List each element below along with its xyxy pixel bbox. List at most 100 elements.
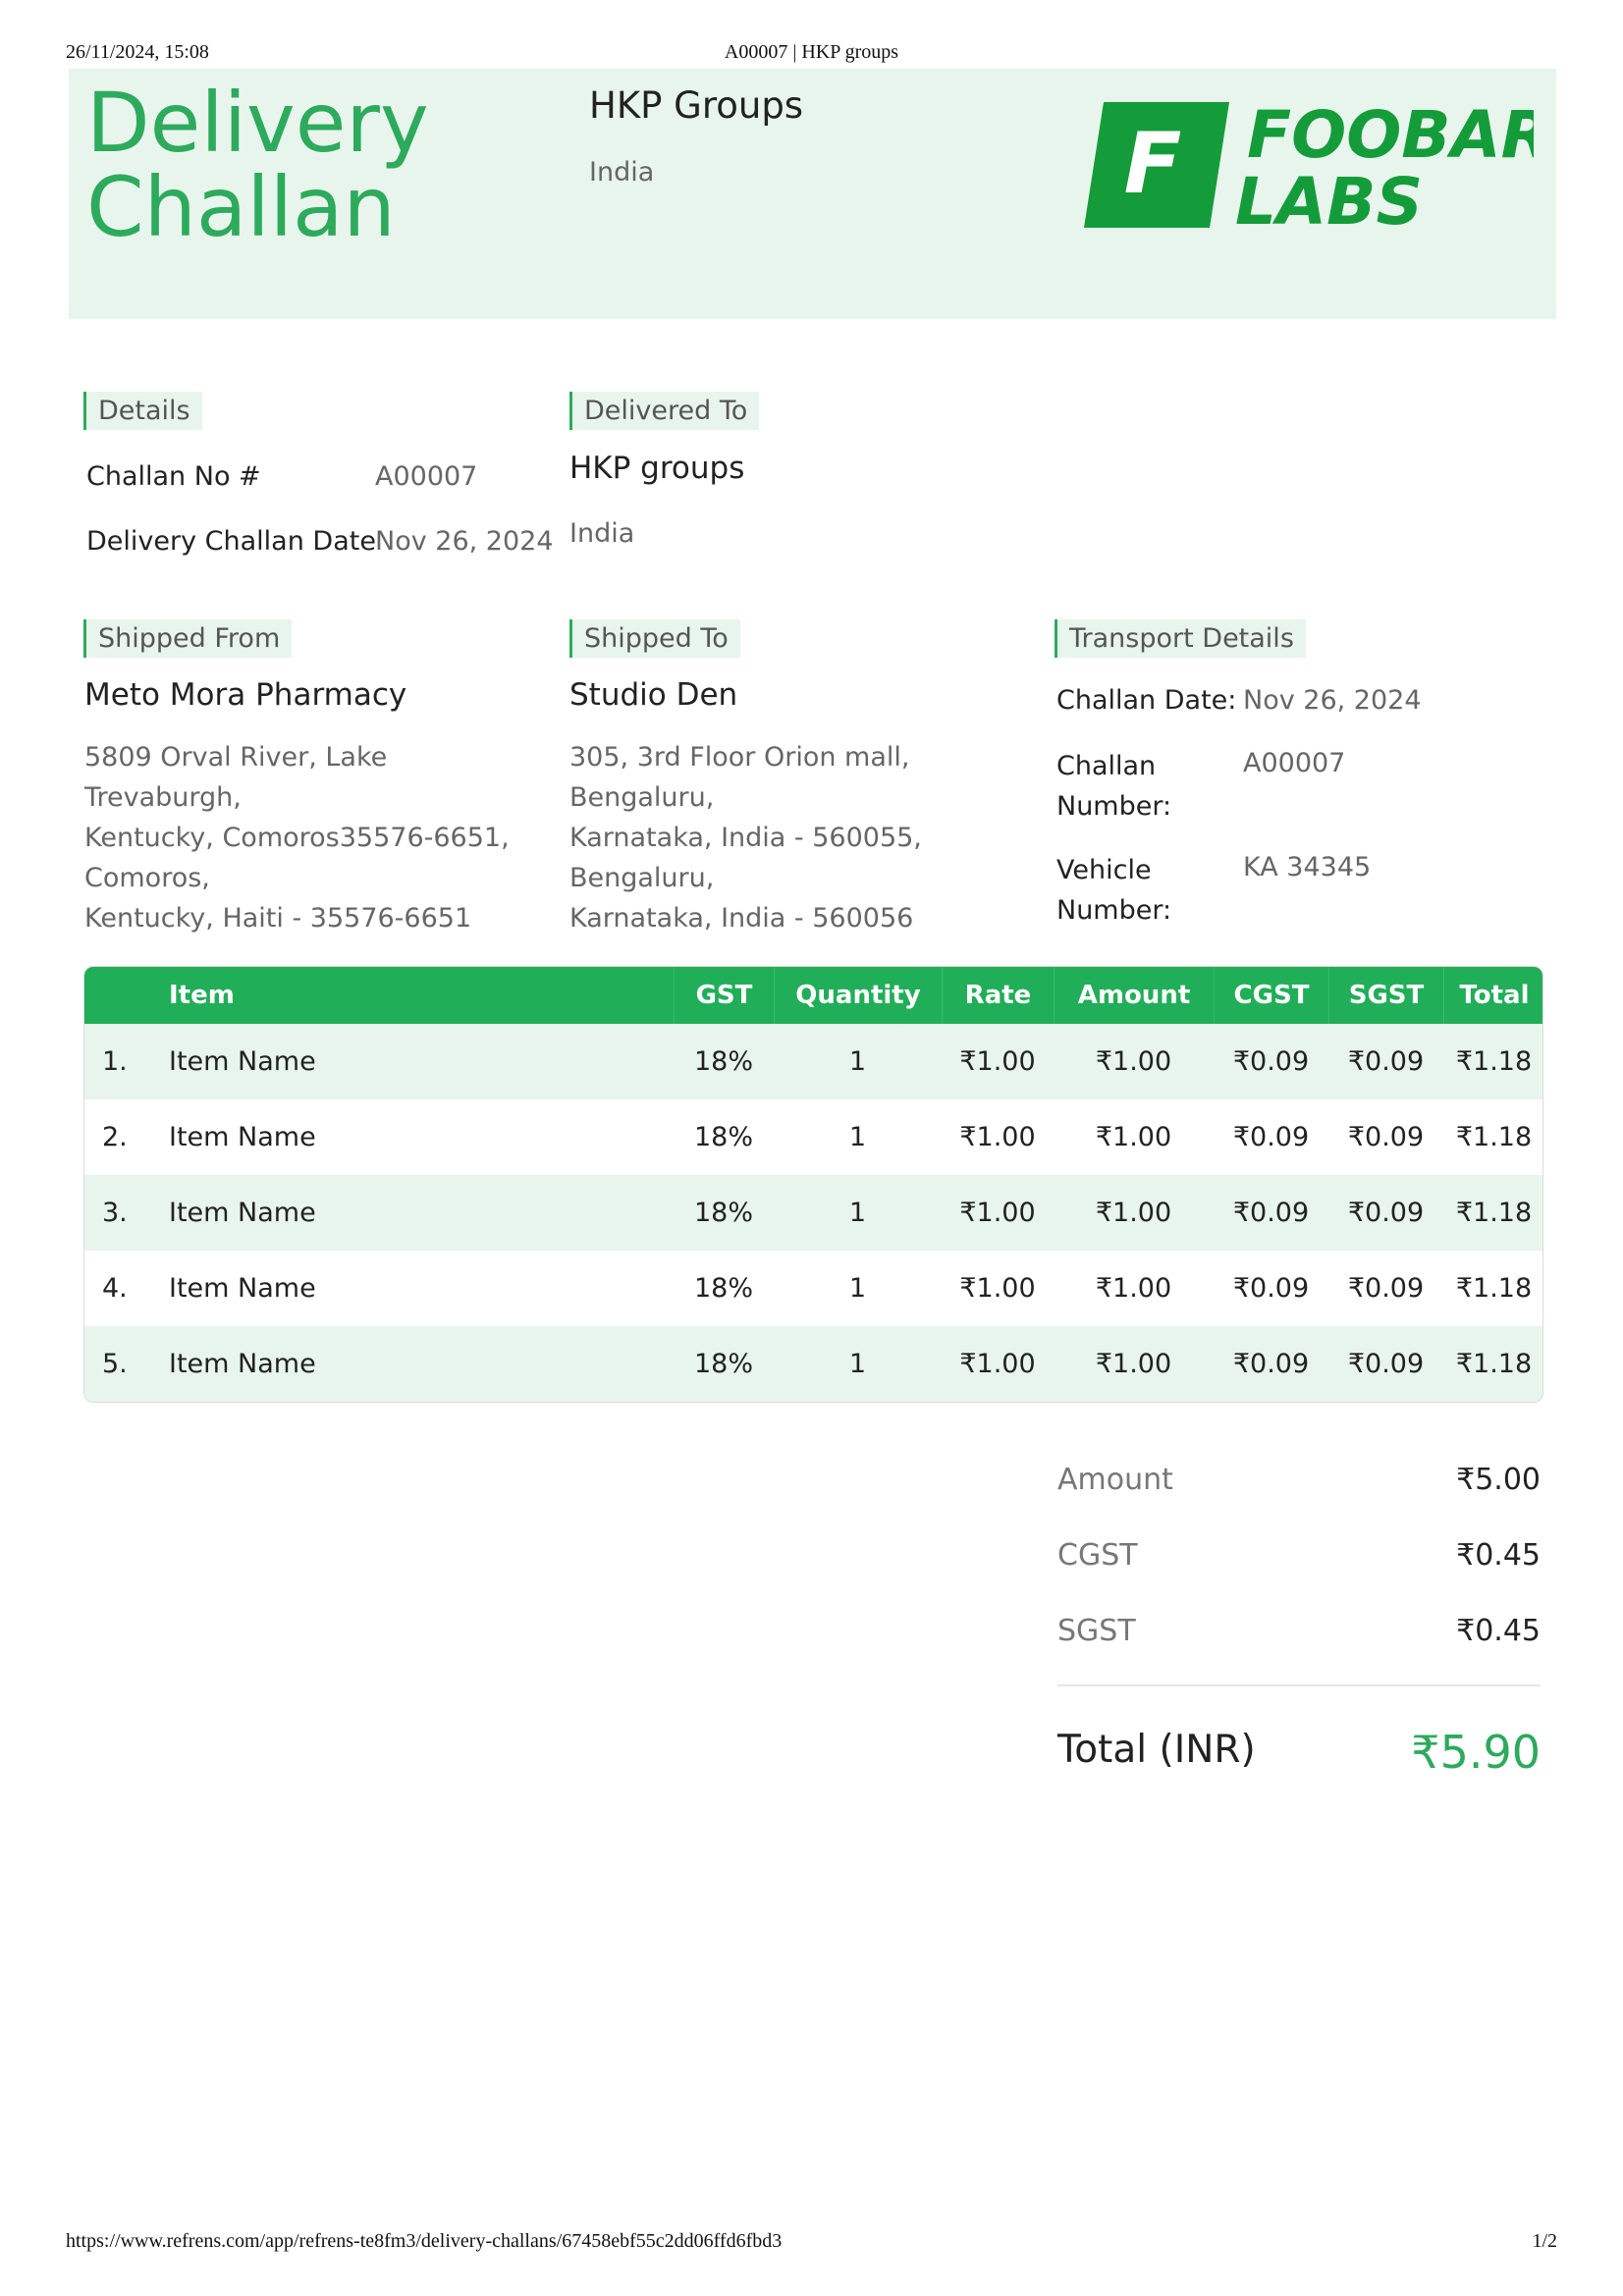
logo-text-line2: LABS [1235, 164, 1423, 234]
row-cgst: ₹0.09 [1232, 1198, 1310, 1228]
logo-text-line1: FOOBAR [1247, 97, 1534, 173]
row-rate: ₹1.00 [959, 1198, 1036, 1228]
issuer-country: India [589, 157, 655, 187]
transport-details-tag: Transport Details [1055, 619, 1306, 658]
table-row: 2. Item Name 18% 1 ₹1.00 ₹1.00 ₹0.09 ₹0.… [84, 1099, 1542, 1175]
row-sgst: ₹0.09 [1347, 1046, 1425, 1077]
column-header-sgst: SGST [1328, 967, 1443, 1024]
row-amount: ₹1.00 [1095, 1349, 1172, 1379]
row-gst: 18% [693, 1273, 753, 1304]
row-quantity: 1 [848, 1349, 867, 1379]
row-total: ₹1.18 [1455, 1046, 1533, 1077]
row-cgst: ₹0.09 [1232, 1046, 1310, 1077]
row-index: 2. [102, 1122, 128, 1152]
row-gst: 18% [693, 1198, 753, 1228]
row-quantity: 1 [848, 1122, 867, 1152]
challan-date-label: Delivery Challan Date [86, 526, 376, 557]
row-rate: ₹1.00 [959, 1273, 1036, 1304]
row-amount: ₹1.00 [1095, 1198, 1172, 1228]
row-rate: ₹1.00 [959, 1122, 1036, 1152]
row-item: Item Name [169, 1046, 316, 1077]
row-item: Item Name [169, 1122, 316, 1152]
issuer-name: HKP Groups [589, 84, 804, 127]
transport-challan-date-label: Challan Date: [1056, 685, 1237, 716]
address-line: 5809 Orval River, Lake Trevaburgh, [84, 742, 388, 813]
transport-challan-number-label: Challan Number: [1056, 746, 1171, 827]
challan-no-label: Challan No # [86, 461, 261, 492]
shipped-to-tag: Shipped To [569, 619, 740, 658]
column-header-total: Total [1443, 967, 1542, 1024]
row-gst: 18% [693, 1046, 753, 1077]
column-header-gst: GST [674, 967, 774, 1024]
row-rate: ₹1.00 [959, 1349, 1036, 1379]
delivered-to-name: HKP groups [569, 451, 745, 486]
delivered-to-tag: Delivered To [569, 392, 760, 430]
shipped-from-address: 5809 Orval River, Lake Trevaburgh, Kentu… [84, 737, 546, 938]
row-total: ₹1.18 [1455, 1273, 1533, 1304]
row-item: Item Name [169, 1349, 316, 1379]
challan-no-value: A00007 [375, 461, 478, 492]
summary-amount-label: Amount [1057, 1463, 1173, 1497]
label-line: Number: [1056, 895, 1172, 926]
address-line: Karnataka, India - 560056 [569, 903, 914, 934]
row-amount: ₹1.00 [1095, 1046, 1172, 1077]
address-line: 305, 3rd Floor Orion mall, Bengaluru, [569, 742, 910, 813]
summary-sgst-label: SGST [1057, 1614, 1136, 1648]
summary-sgst-value: ₹0.45 [1456, 1614, 1541, 1648]
document-title: Delivery Challan [86, 80, 518, 249]
shipped-from-name: Meto Mora Pharmacy [84, 677, 407, 713]
row-index: 4. [102, 1273, 128, 1304]
document-header: Delivery Challan HKP Groups India F FOOB… [69, 69, 1556, 319]
row-quantity: 1 [848, 1273, 867, 1304]
table-row: 1. Item Name 18% 1 ₹1.00 ₹1.00 ₹0.09 ₹0.… [84, 1024, 1542, 1099]
label-line: Number: [1056, 791, 1172, 822]
label-line: Challan [1056, 751, 1157, 781]
row-amount: ₹1.00 [1095, 1273, 1172, 1304]
summary-cgst-value: ₹0.45 [1456, 1538, 1541, 1573]
row-cgst: ₹0.09 [1232, 1122, 1310, 1152]
transport-challan-date-value: Nov 26, 2024 [1243, 685, 1422, 716]
table-row: 3. Item Name 18% 1 ₹1.00 ₹1.00 ₹0.09 ₹0.… [84, 1175, 1542, 1251]
print-page-number: 1/2 [1532, 2230, 1557, 2252]
column-header-rate: Rate [942, 967, 1054, 1024]
summary-cgst-label: CGST [1057, 1538, 1138, 1573]
address-line: Comoros, [84, 863, 210, 893]
address-line: Kentucky, Comoros35576-6651, [84, 823, 510, 853]
row-gst: 18% [693, 1349, 753, 1379]
row-cgst: ₹0.09 [1232, 1349, 1310, 1379]
print-title: A00007 | HKP groups [724, 41, 899, 63]
grand-total-label: Total (INR) [1057, 1728, 1256, 1772]
row-quantity: 1 [848, 1046, 867, 1077]
print-url: https://www.refrens.com/app/refrens-te8f… [66, 2230, 783, 2252]
challan-date-value: Nov 26, 2024 [375, 526, 554, 557]
row-rate: ₹1.00 [959, 1046, 1036, 1077]
delivered-to-country: India [569, 518, 635, 549]
row-sgst: ₹0.09 [1347, 1349, 1425, 1379]
company-logo: F FOOBAR LABS [1084, 97, 1534, 234]
row-cgst: ₹0.09 [1232, 1273, 1310, 1304]
row-item: Item Name [169, 1198, 316, 1228]
summary-amount-value: ₹5.00 [1456, 1463, 1541, 1497]
row-sgst: ₹0.09 [1347, 1198, 1425, 1228]
address-line: Karnataka, India - 560055, [569, 823, 922, 853]
row-amount: ₹1.00 [1095, 1122, 1172, 1152]
row-gst: 18% [693, 1122, 753, 1152]
row-sgst: ₹0.09 [1347, 1122, 1425, 1152]
details-tag: Details [83, 392, 202, 430]
summary-divider [1057, 1684, 1541, 1686]
row-item: Item Name [169, 1273, 316, 1304]
document-title-line1: Delivery [86, 75, 429, 171]
document-title-line2: Challan [86, 159, 396, 255]
column-header-item: Item [169, 981, 235, 1010]
shipped-to-address: 305, 3rd Floor Orion mall, Bengaluru, Ka… [569, 737, 1031, 938]
grand-total-value: ₹5.90 [1411, 1726, 1541, 1779]
table-header: Item GST Quantity Rate Amount CGST SGST … [84, 967, 1542, 1024]
table-row: 4. Item Name 18% 1 ₹1.00 ₹1.00 ₹0.09 ₹0.… [84, 1251, 1542, 1326]
shipped-to-name: Studio Den [569, 677, 738, 713]
shipped-from-tag: Shipped From [83, 619, 293, 658]
column-header-cgst: CGST [1214, 967, 1328, 1024]
row-index: 5. [102, 1349, 128, 1379]
row-total: ₹1.18 [1455, 1349, 1533, 1379]
row-index: 1. [102, 1046, 128, 1077]
logo-mark: F [1124, 115, 1182, 213]
